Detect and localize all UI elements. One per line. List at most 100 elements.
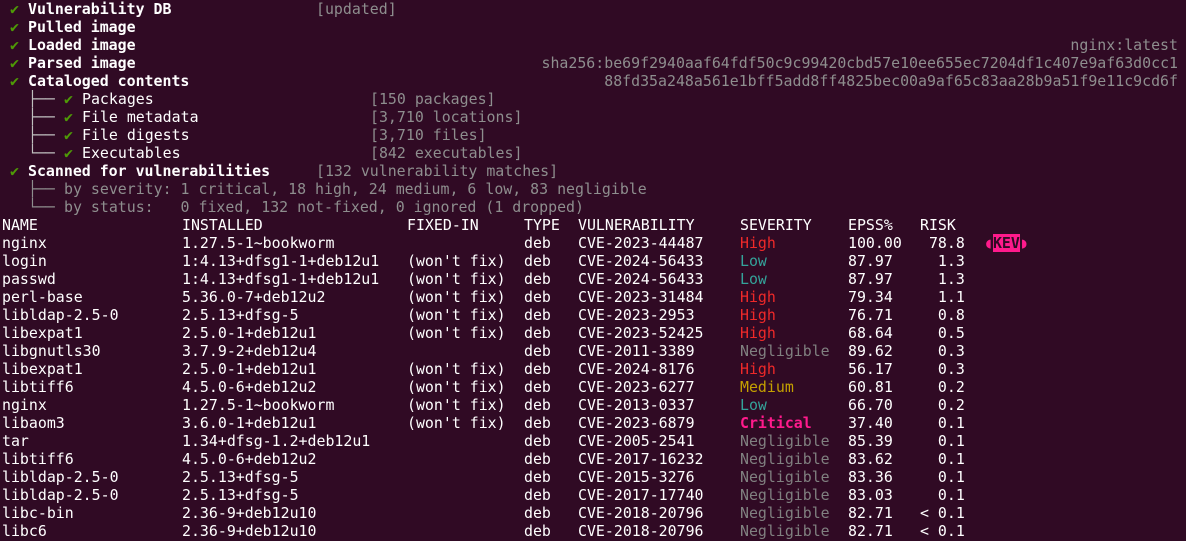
cell-severity: Medium — [740, 378, 794, 396]
cell-fixed-in: (won't fix) — [407, 324, 506, 342]
cell-severity: High — [740, 360, 776, 378]
cell-type: deb — [524, 378, 551, 396]
table-row: nginx 1.27.5-1~bookworm (won't fix) deb CVE-… — [0, 396, 1186, 414]
cell-installed: 1:4.13+dfsg1-1+deb12u1 — [182, 270, 380, 288]
cell-name: libexpat1 — [2, 360, 83, 378]
subitem-file-metadata: ├── ✔ File metadata [3,710 locations] — [0, 108, 1186, 126]
cataloged-value: 88fd35a248a561e1bff5add8ff4825bec00a9af6… — [604, 72, 1178, 90]
cell-vulnerability: CVE-2024-8176 — [578, 360, 695, 378]
tree-branch-icon: ├── — [28, 126, 55, 144]
cell-epss: 85.39 — [848, 432, 893, 450]
cell-type: deb — [524, 234, 551, 252]
cell-name: nginx — [2, 396, 47, 414]
cell-risk: < 0.1 — [920, 504, 965, 522]
cell-fixed-in: (won't fix) — [407, 288, 506, 306]
cell-fixed-in: (won't fix) — [407, 306, 506, 324]
cell-risk: 0.1 — [920, 414, 965, 432]
cell-type: deb — [524, 288, 551, 306]
cell-installed: 1:4.13+dfsg1-1+deb12u1 — [182, 252, 380, 270]
kev-label: KEV — [992, 234, 1020, 252]
table-row: libc6 2.36-9+deb12u10 deb CVE-2018-20796 Neg… — [0, 522, 1186, 540]
cell-name: libtiff6 — [2, 450, 74, 468]
table-row: libldap-2.5-0 2.5.13+dfsg-5 deb CVE-2017-17… — [0, 486, 1186, 504]
status-summary: └── by status: 0 fixed, 132 not-fixed, 0… — [0, 198, 1186, 216]
cell-installed: 1.27.5-1~bookworm — [182, 396, 335, 414]
table-row: libldap-2.5-0 2.5.13+dfsg-5 deb CVE-2015-32… — [0, 468, 1186, 486]
cell-vulnerability: CVE-2023-6277 — [578, 378, 695, 396]
table-row: libexpat1 2.5.0-1+deb12u1 (won't fix) deb CV… — [0, 324, 1186, 342]
cell-epss: 68.64 — [848, 324, 893, 342]
cell-type: deb — [524, 414, 551, 432]
table-row: libexpat1 2.5.0-1+deb12u1 (won't fix) deb CV… — [0, 360, 1186, 378]
cell-severity: Negligible — [740, 504, 830, 522]
cell-vulnerability: CVE-2023-52425 — [578, 324, 704, 342]
cell-installed: 2.36-9+deb12u10 — [182, 522, 317, 540]
cell-name: libtiff6 — [2, 378, 74, 396]
header-vulnerability: VULNERABILITY — [578, 216, 695, 234]
cell-type: deb — [524, 306, 551, 324]
severity-summary: ├── by severity: 1 critical, 18 high, 24… — [0, 180, 1186, 198]
severity-summary-text: by severity: 1 critical, 18 high, 24 med… — [64, 180, 647, 198]
cell-risk: 0.3 — [920, 342, 965, 360]
cell-installed: 2.5.13+dfsg-5 — [182, 306, 299, 324]
cell-vulnerability: CVE-2024-56433 — [578, 270, 704, 288]
cell-name: perl-base — [2, 288, 83, 306]
cell-vulnerability: CVE-2015-3276 — [578, 468, 695, 486]
cell-fixed-in: (won't fix) — [407, 396, 506, 414]
cell-severity: High — [740, 306, 776, 324]
executables-label: Executables — [82, 144, 181, 162]
cell-name: libexpat1 — [2, 324, 83, 342]
table-row: libaom3 3.6.0-1+deb12u1 (won't fix) deb CVE-… — [0, 414, 1186, 432]
scanned-label: Scanned for vulnerabilities — [28, 162, 271, 180]
file-metadata-label: File metadata — [82, 108, 199, 126]
table-row: passwd 1:4.13+dfsg1-1+deb12u1 (won't fix) d… — [0, 270, 1186, 288]
cell-installed: 3.6.0-1+deb12u1 — [182, 414, 317, 432]
check-icon: ✔ — [64, 126, 73, 144]
terminal-window[interactable]: ✔ Vulnerability DB [updated] ✔ Pulled im… — [0, 0, 1186, 541]
loaded-label: Loaded image — [28, 36, 136, 54]
cell-risk: 0.1 — [920, 486, 965, 504]
cell-type: deb — [524, 252, 551, 270]
header-name: NAME — [2, 216, 38, 234]
cell-name: nginx — [2, 234, 47, 252]
cell-epss: 87.97 — [848, 252, 893, 270]
status-line-parsed: ✔ Parsed image sha256:be69f2940aaf64fdf5… — [0, 54, 1186, 72]
cell-installed: 2.5.0-1+deb12u1 — [182, 324, 317, 342]
cell-name: libgnutls30 — [2, 342, 101, 360]
status-line-loaded: ✔ Loaded image nginx:latest — [0, 36, 1186, 54]
table-row: login 1:4.13+dfsg1-1+deb12u1 (won't fix) de… — [0, 252, 1186, 270]
header-risk: RISK — [920, 216, 956, 234]
cell-name: libc-bin — [2, 504, 74, 522]
cell-type: deb — [524, 486, 551, 504]
parsed-label: Parsed image — [28, 54, 136, 72]
cell-vulnerability: CVE-2005-2541 — [578, 432, 695, 450]
cell-name: libaom3 — [2, 414, 65, 432]
packages-value: [150 packages] — [370, 90, 496, 108]
cell-risk: 78.8 — [920, 234, 965, 252]
cell-risk: 0.5 — [920, 324, 965, 342]
cell-risk: 0.1 — [920, 468, 965, 486]
check-icon: ✔ — [10, 72, 19, 90]
table-row: tar 1.34+dfsg-1.2+deb12u1 deb CVE-2005-2541… — [0, 432, 1186, 450]
cell-vulnerability: CVE-2018-20796 — [578, 504, 704, 522]
cell-type: deb — [524, 360, 551, 378]
cell-severity: Negligible — [740, 432, 830, 450]
status-line-pulled: ✔ Pulled image — [0, 18, 1186, 36]
cell-name: passwd — [2, 270, 56, 288]
table-row: libc-bin 2.36-9+deb12u10 deb CVE-2018-20796… — [0, 504, 1186, 522]
cell-severity: Negligible — [740, 342, 830, 360]
cell-installed: 2.5.13+dfsg-5 — [182, 468, 299, 486]
cell-epss: 37.40 — [848, 414, 893, 432]
tree-branch-icon: ├── — [28, 108, 55, 126]
cell-risk: 1.3 — [920, 252, 965, 270]
cataloged-label: Cataloged contents — [28, 72, 190, 90]
cell-type: deb — [524, 396, 551, 414]
badge-left-cap-icon: ◖ — [984, 234, 993, 252]
cell-name: libldap-2.5-0 — [2, 486, 119, 504]
cell-risk: 0.8 — [920, 306, 965, 324]
cell-severity: Low — [740, 252, 767, 270]
check-icon: ✔ — [10, 0, 19, 18]
cell-epss: 56.17 — [848, 360, 893, 378]
table-row: libldap-2.5-0 2.5.13+dfsg-5 (won't fix) deb… — [0, 306, 1186, 324]
status-line-cataloged: ✔ Cataloged contents 88fd35a248a561e1bff… — [0, 72, 1186, 90]
